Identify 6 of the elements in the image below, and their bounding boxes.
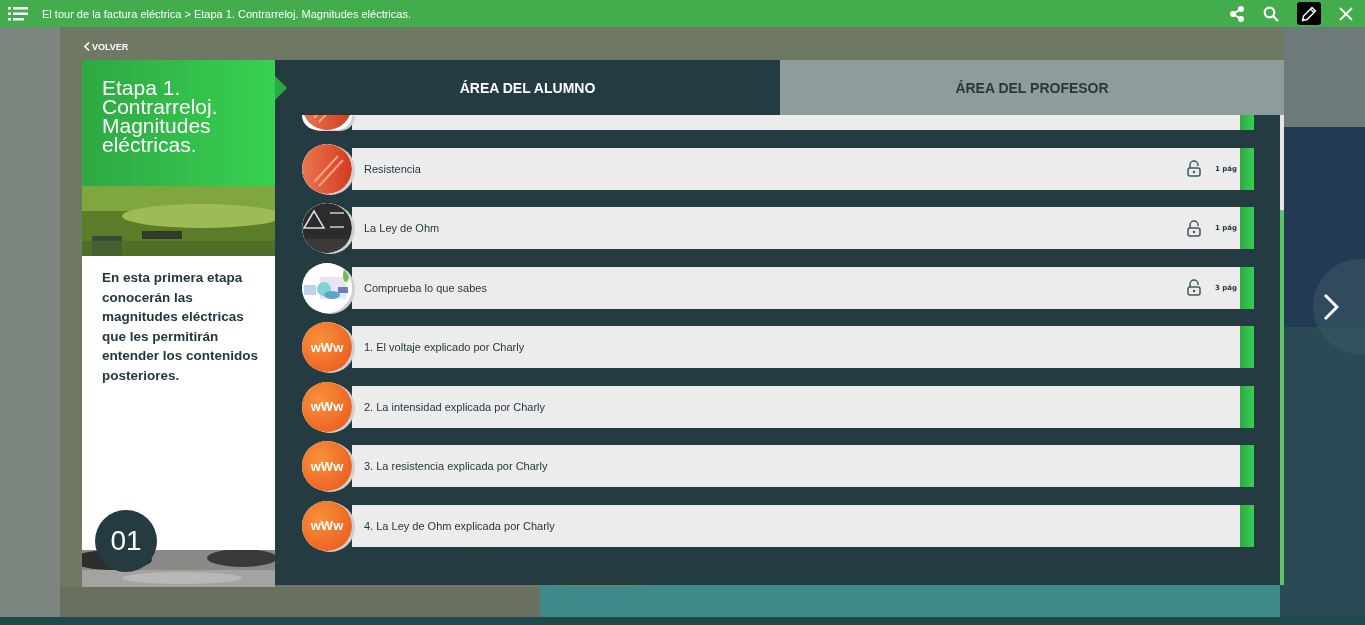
share-icon[interactable] xyxy=(1229,5,1245,22)
pencil-icon[interactable] xyxy=(1297,2,1321,25)
breadcrumb: El tour de la factura eléctrica > Etapa 1. Contrarreloj. Magnitudes eléctricas. xyxy=(42,7,411,20)
menu-icon[interactable] xyxy=(8,6,28,21)
close-icon[interactable] xyxy=(1339,6,1353,21)
search-icon[interactable] xyxy=(1263,5,1279,22)
